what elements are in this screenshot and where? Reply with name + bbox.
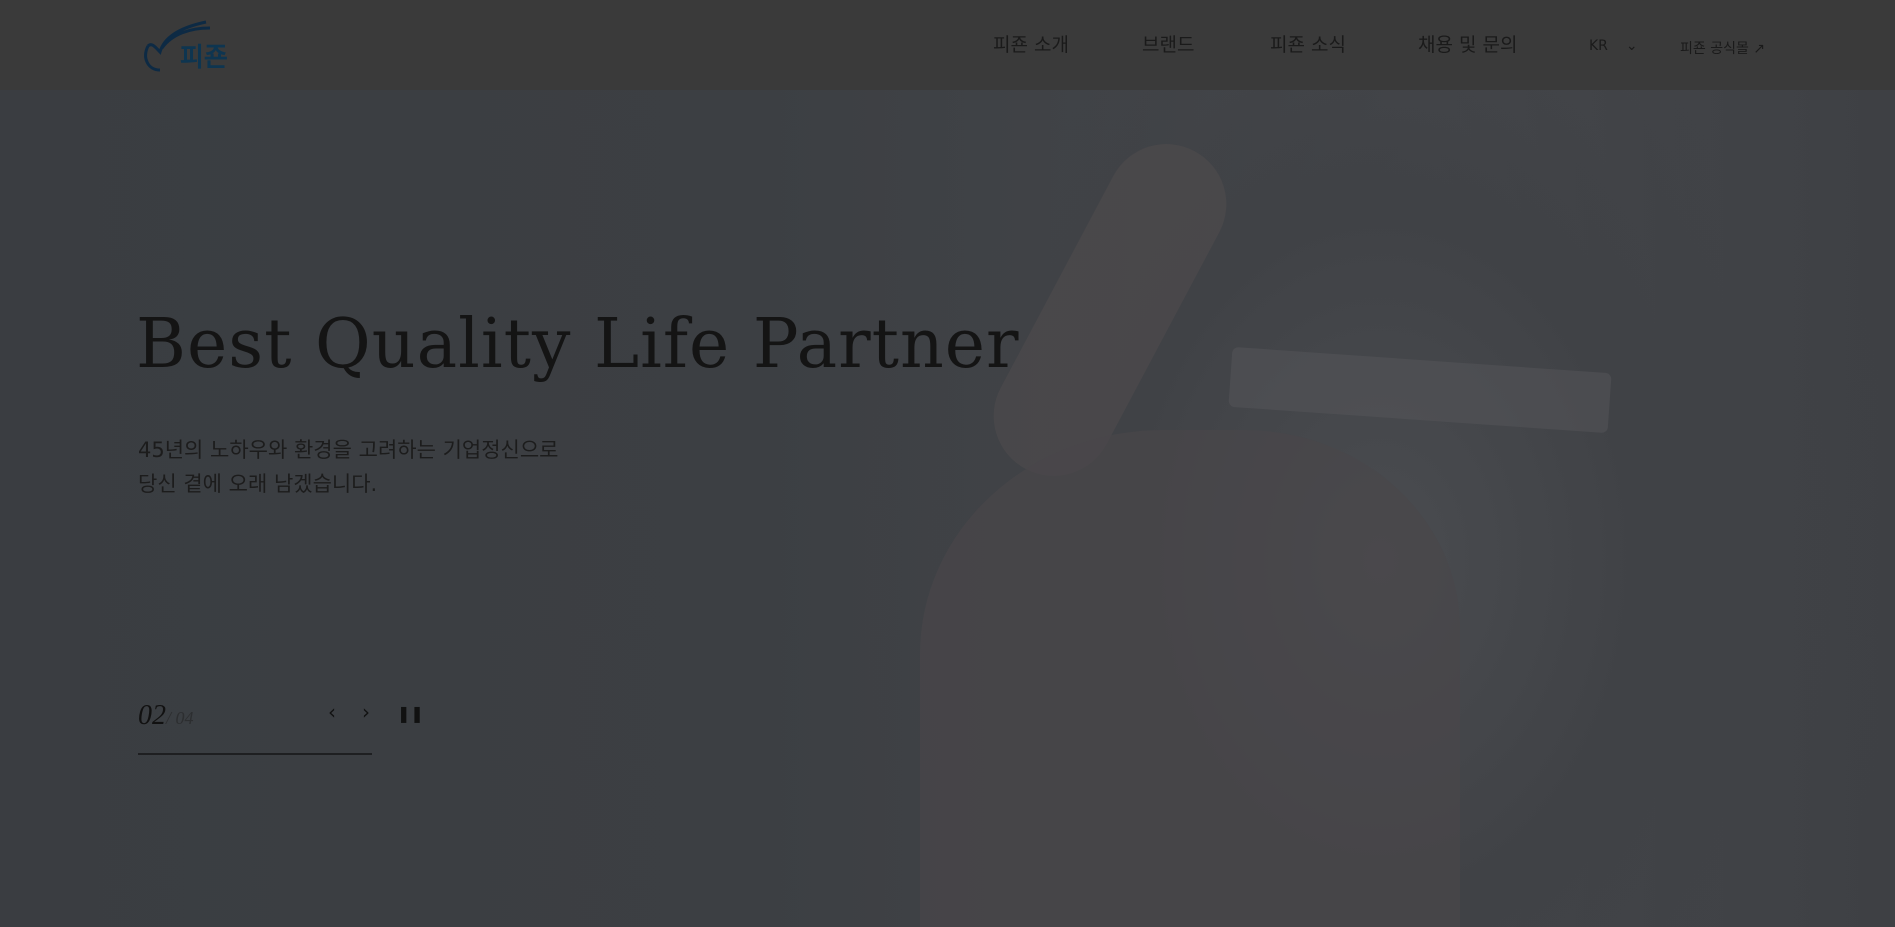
slide-progress-bar bbox=[138, 753, 372, 755]
chevron-right-icon: › bbox=[362, 700, 370, 724]
pause-button[interactable]: ❚❚ bbox=[397, 704, 424, 723]
nav-about[interactable]: 피죤 소개 bbox=[993, 30, 1069, 57]
site-header: 피죤 피죤 소개 브랜드 피죤 소식 채용 및 문의 KR ⌄ 피죤 공식몰 ↗ bbox=[0, 0, 1895, 90]
slide-counter: 02/ 04 bbox=[138, 700, 194, 732]
pigeon-logo[interactable]: 피죤 bbox=[138, 18, 253, 74]
subtitle-line: 45년의 노하우와 환경을 고려하는 기업정신으로 bbox=[138, 438, 559, 462]
chevron-left-icon: ‹ bbox=[328, 700, 336, 724]
prev-slide-button[interactable]: ‹ bbox=[328, 700, 336, 724]
hero-title: Best Quality Life Partner bbox=[136, 305, 1020, 384]
nav-careers-contact[interactable]: 채용 및 문의 bbox=[1418, 30, 1517, 57]
next-slide-button[interactable]: › bbox=[362, 700, 370, 724]
language-value: KR bbox=[1589, 38, 1608, 54]
language-select[interactable]: KR ⌄ bbox=[1589, 38, 1638, 54]
hero-image-hand bbox=[920, 430, 1460, 927]
chevron-down-icon: ⌄ bbox=[1625, 38, 1638, 54]
subtitle-line: 당신 곁에 오래 남겠습니다. bbox=[138, 472, 378, 496]
total-slides: / 04 bbox=[166, 708, 194, 728]
current-slide: 02 bbox=[138, 700, 166, 731]
logo-text: 피죤 bbox=[180, 43, 228, 73]
pause-icon: ❚❚ bbox=[397, 704, 424, 723]
nav-news[interactable]: 피죤 소식 bbox=[1270, 30, 1346, 57]
official-shop-link[interactable]: 피죤 공식몰 ↗ bbox=[1680, 38, 1765, 58]
hero-image-card bbox=[1228, 346, 1612, 434]
nav-brand[interactable]: 브랜드 bbox=[1142, 30, 1194, 57]
hero-subtitle: 45년의 노하우와 환경을 고려하는 기업정신으로 당신 곁에 오래 남겠습니다… bbox=[138, 433, 559, 501]
